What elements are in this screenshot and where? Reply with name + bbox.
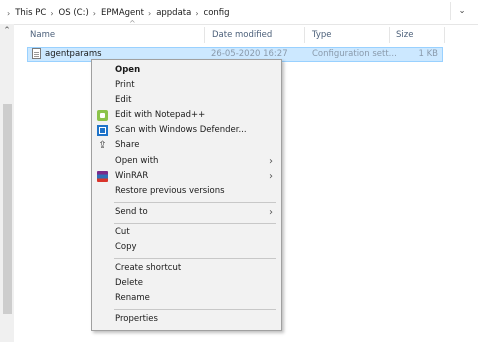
notepadpp-icon <box>97 110 108 121</box>
menu-item-cut[interactable]: Cut <box>92 225 281 240</box>
menu-separator <box>114 202 276 203</box>
column-divider[interactable] <box>444 27 445 43</box>
menu-item-label: Open <box>115 65 141 75</box>
scroll-up-arrow-icon[interactable]: ⌃ <box>0 26 14 36</box>
breadcrumb-epmagent[interactable]: EPMAgent <box>101 8 144 18</box>
menu-item-label: Delete <box>115 278 143 288</box>
menu-item-label: Copy <box>115 242 137 252</box>
menu-item-rename[interactable]: Rename <box>92 291 281 306</box>
menu-item-print[interactable]: Print <box>92 78 281 93</box>
menu-item-send-to[interactable]: Send to › <box>92 205 281 220</box>
menu-item-label: Properties <box>115 314 158 324</box>
menu-item-label: Rename <box>115 293 150 303</box>
chevron-right-icon[interactable]: › <box>50 9 53 18</box>
menu-item-delete[interactable]: Delete <box>92 276 281 291</box>
menu-item-label: Print <box>115 80 135 90</box>
context-menu: Open Print Edit Edit with Notepad++ Scan… <box>91 59 282 331</box>
menu-item-label: Edit <box>115 95 132 105</box>
menu-item-edit-with-notepadpp[interactable]: Edit with Notepad++ <box>92 108 281 123</box>
column-divider[interactable] <box>304 27 305 43</box>
menu-item-label: Restore previous versions <box>115 186 225 196</box>
chevron-right-icon: › <box>269 207 273 218</box>
menu-item-label: Create shortcut <box>115 263 182 273</box>
address-history-dropdown[interactable]: ⌄ <box>450 2 473 20</box>
menu-item-label: Share <box>115 140 140 150</box>
menu-item-share[interactable]: ⇪ Share <box>92 138 281 153</box>
column-header-type[interactable]: Type <box>312 25 332 45</box>
vertical-scrollbar[interactable]: ⌃ <box>0 24 14 342</box>
chevron-right-icon[interactable]: › <box>148 9 151 18</box>
share-icon: ⇪ <box>98 140 107 151</box>
chevron-down-icon: ⌄ <box>458 6 466 16</box>
menu-item-copy[interactable]: Copy <box>92 240 281 255</box>
menu-item-scan-defender[interactable]: Scan with Windows Defender... <box>92 123 281 138</box>
defender-icon <box>97 125 108 136</box>
column-header-name[interactable]: Name <box>30 25 55 45</box>
menu-item-winrar[interactable]: WinRAR › <box>92 169 281 184</box>
breadcrumb-this-pc[interactable]: This PC <box>15 8 46 18</box>
menu-item-label: Open with <box>115 156 159 166</box>
menu-separator <box>114 223 276 224</box>
menu-item-restore-previous[interactable]: Restore previous versions <box>92 184 281 199</box>
config-file-icon <box>32 48 41 59</box>
file-type: Configuration sett... <box>312 49 397 59</box>
menu-item-label: Send to <box>115 207 148 217</box>
breadcrumb-appdata[interactable]: appdata <box>156 8 191 18</box>
column-header-date[interactable]: Date modified <box>212 25 272 45</box>
chevron-right-icon[interactable]: › <box>195 9 198 18</box>
winrar-icon <box>97 171 108 182</box>
menu-item-label: Cut <box>115 227 130 237</box>
column-divider[interactable] <box>204 27 205 43</box>
menu-item-open-with[interactable]: Open with › <box>92 154 281 169</box>
menu-item-open[interactable]: Open <box>92 63 281 78</box>
chevron-right-icon[interactable]: › <box>93 9 96 18</box>
menu-separator <box>114 309 276 310</box>
menu-item-properties[interactable]: Properties <box>92 312 281 327</box>
column-divider[interactable] <box>389 27 390 43</box>
column-header-row: ^ Name Date modified Type Size <box>14 19 476 45</box>
menu-item-label: WinRAR <box>115 171 149 181</box>
chevron-right-icon: › <box>269 171 273 182</box>
menu-item-create-shortcut[interactable]: Create shortcut <box>92 261 281 276</box>
menu-separator <box>114 258 276 259</box>
address-bar[interactable]: › This PC › OS (C:) › EPMAgent › appdata… <box>0 0 478 25</box>
chevron-right-icon: › <box>269 156 273 167</box>
breadcrumb-os-c[interactable]: OS (C:) <box>59 8 89 18</box>
column-header-size[interactable]: Size <box>396 25 413 45</box>
chevron-right-icon: › <box>7 8 11 18</box>
menu-item-label: Edit with Notepad++ <box>115 110 206 120</box>
menu-item-edit[interactable]: Edit <box>92 93 281 108</box>
sort-ascending-icon: ^ <box>129 19 136 28</box>
breadcrumb-config[interactable]: config <box>204 8 230 18</box>
file-size: 1 KB <box>418 49 438 59</box>
breadcrumb: › This PC › OS (C:) › EPMAgent › appdata… <box>3 7 230 19</box>
menu-item-label: Scan with Windows Defender... <box>115 125 247 135</box>
scrollbar-thumb[interactable] <box>3 104 12 314</box>
